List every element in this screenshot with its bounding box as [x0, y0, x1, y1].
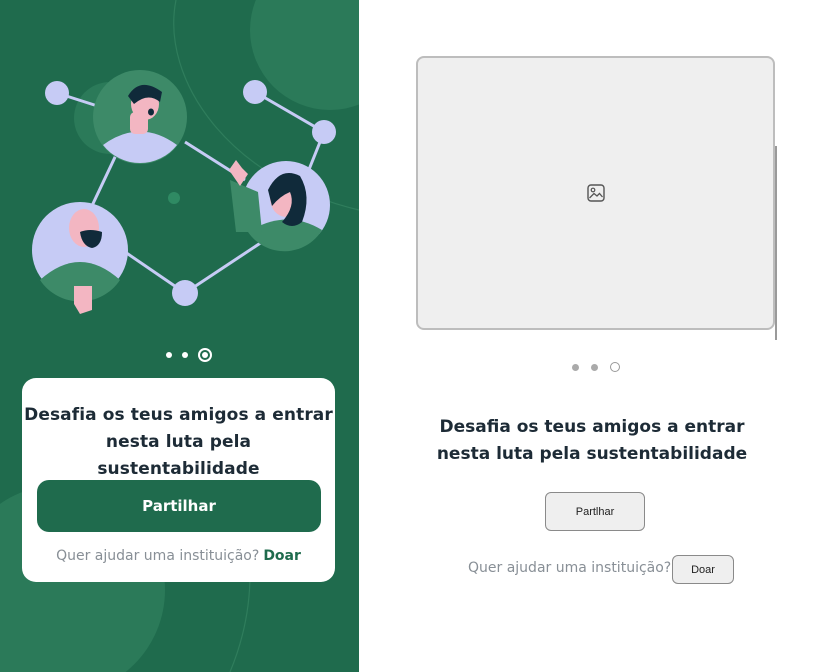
onboarding-pagination: [0, 346, 359, 364]
onboarding-screen-comparison: Desafia os teus amigos a entrar nesta lu…: [0, 0, 827, 672]
page-title-line-2: nesta luta pela sustentabilidade: [436, 444, 748, 464]
onboarding-card: Desafia os teus amigos a entrar nesta lu…: [22, 378, 335, 582]
pagination-dot-3-active[interactable]: [609, 362, 620, 372]
card-title: Desafia os teus amigos a entrar nesta lu…: [22, 402, 335, 483]
image-placeholder-icon: [586, 184, 605, 202]
pagination-dot-2[interactable]: [590, 363, 598, 371]
image-placeholder: [416, 56, 775, 330]
page-dot-3-active[interactable]: [197, 348, 212, 362]
help-text: Quer ajudar uma instituição?: [56, 548, 260, 564]
help-institution-line: Quer ajudar uma instituição? Doar: [22, 548, 335, 564]
friends-network-illustration: [32, 70, 336, 314]
card-title-line-1: Desafia os teus amigos a entrar: [24, 405, 333, 425]
share-button[interactable]: Partilhar: [37, 480, 321, 532]
page-title-line-1: Desafia os teus amigos a entrar: [439, 417, 745, 437]
donate-link[interactable]: Doar: [263, 548, 301, 564]
pagination-dot-1[interactable]: [571, 363, 579, 371]
share-button-unstyled[interactable]: Partlhar: [545, 492, 645, 531]
help-text-unstyled: Quer ajudar uma instituição?: [468, 560, 672, 576]
donate-button-unstyled[interactable]: Doar: [672, 555, 734, 584]
card-title-line-2: nesta luta pela sustentabilidade: [97, 432, 260, 479]
page-dot-2[interactable]: [181, 352, 188, 358]
scrollbar-edge[interactable]: [775, 146, 777, 340]
design-panel: Desafia os teus amigos a entrar nesta lu…: [0, 0, 359, 672]
pagination-dots: [416, 360, 775, 374]
page-dot-1[interactable]: [165, 352, 172, 358]
page-title: Desafia os teus amigos a entrar nesta lu…: [416, 414, 768, 468]
